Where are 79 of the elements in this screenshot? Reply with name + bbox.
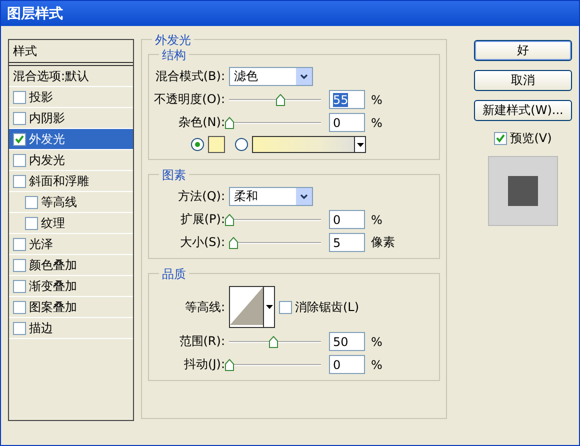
checkmark-icon [496, 134, 506, 143]
dialog-button[interactable]: 取消 [474, 70, 572, 91]
field-label: 杂色(N): [178, 114, 226, 131]
value-field[interactable]: 5 [329, 233, 365, 252]
slider-thumb[interactable] [225, 116, 234, 128]
unit-label: % [370, 334, 384, 348]
value-field[interactable]: 55 [329, 90, 365, 109]
slider-thumb[interactable] [269, 336, 278, 348]
field-label: 方法(Q): [178, 188, 226, 205]
checkbox[interactable] [494, 132, 508, 145]
unit-label: % [370, 92, 384, 106]
checkbox[interactable] [13, 322, 26, 334]
dropdown[interactable]: 滤色 [229, 67, 313, 86]
unit-label: % [370, 212, 384, 226]
value-field[interactable]: 0 [329, 113, 365, 132]
checkmark-icon [15, 134, 24, 144]
field-label: 混合模式(B): [155, 68, 226, 85]
value-field[interactable]: 0 [329, 355, 365, 374]
value-field[interactable]: 50 [329, 332, 365, 351]
style-list-item[interactable]: 描边 [9, 318, 133, 339]
style-list-item[interactable]: 纹理 [9, 213, 133, 234]
style-list-item[interactable]: 光泽 [9, 234, 133, 255]
checkbox-label: 消除锯齿(L) [295, 298, 360, 316]
caret-icon [266, 305, 272, 309]
radio-button[interactable] [191, 138, 204, 151]
checkbox[interactable] [25, 216, 38, 230]
checkbox[interactable] [13, 280, 26, 292]
caret-icon [356, 142, 364, 146]
checkbox[interactable] [13, 90, 26, 104]
style-list-item[interactable]: 外发光 [9, 129, 133, 150]
field-label: 不透明度(O): [154, 91, 226, 108]
field-label: 大小(S): [180, 234, 226, 251]
slider-thumb[interactable] [276, 94, 285, 106]
dialog-button[interactable]: 新建样式(W)... [474, 100, 572, 121]
radio-button[interactable] [235, 138, 248, 151]
checkbox[interactable] [13, 174, 26, 188]
slider-thumb[interactable] [225, 214, 234, 226]
contour-picker[interactable] [229, 286, 275, 328]
value-field[interactable]: 0 [329, 210, 365, 229]
field-label: 等高线: [184, 298, 226, 316]
slider-thumb[interactable] [225, 358, 234, 370]
checkbox[interactable] [13, 238, 26, 250]
color-swatch[interactable] [208, 136, 225, 153]
contour-graph-icon [230, 287, 263, 325]
unit-label: 像素 [370, 234, 396, 251]
blend-options-item[interactable]: 混合选项:默认 [9, 66, 133, 87]
field-label: 扩展(P): [180, 211, 226, 228]
style-list-item[interactable]: 渐变叠加 [9, 276, 133, 297]
style-list-item[interactable]: 图案叠加 [9, 297, 133, 318]
chevron-down-icon [300, 74, 308, 80]
checkbox[interactable] [25, 196, 38, 208]
checkbox[interactable] [13, 112, 26, 124]
group-title: 外发光 [152, 32, 194, 49]
gradient-picker[interactable] [252, 136, 366, 153]
style-list-item[interactable]: 投影 [9, 87, 133, 108]
style-list-item[interactable]: 内发光 [9, 150, 133, 171]
style-list-item[interactable]: 斜面和浮雕 [9, 171, 133, 192]
checkbox[interactable] [13, 258, 26, 272]
unit-label: % [370, 116, 384, 130]
chevron-down-icon [300, 194, 308, 200]
dialog-button[interactable]: 好 [474, 40, 572, 61]
section-title: 图素 [159, 167, 189, 184]
section-title: 品质 [159, 266, 189, 283]
checkbox[interactable] [13, 132, 26, 146]
style-list-item[interactable]: 颜色叠加 [9, 255, 133, 276]
dropdown[interactable]: 柔和 [229, 187, 313, 206]
section-title: 结构 [159, 47, 189, 64]
checkbox[interactable] [13, 300, 26, 314]
checkbox[interactable] [279, 300, 292, 314]
preview-thumbnail [488, 156, 558, 226]
style-list-item[interactable]: 等高线 [9, 192, 133, 213]
slider-thumb[interactable] [228, 236, 238, 248]
field-label: 范围(R): [179, 333, 226, 350]
window-title: 图层样式 [1, 1, 579, 26]
checkbox[interactable] [13, 154, 26, 166]
unit-label: % [370, 358, 384, 372]
field-label: 抖动(J): [184, 356, 226, 373]
checkbox-label: 预览(V) [510, 130, 552, 147]
list-header: 样式 [9, 40, 133, 66]
